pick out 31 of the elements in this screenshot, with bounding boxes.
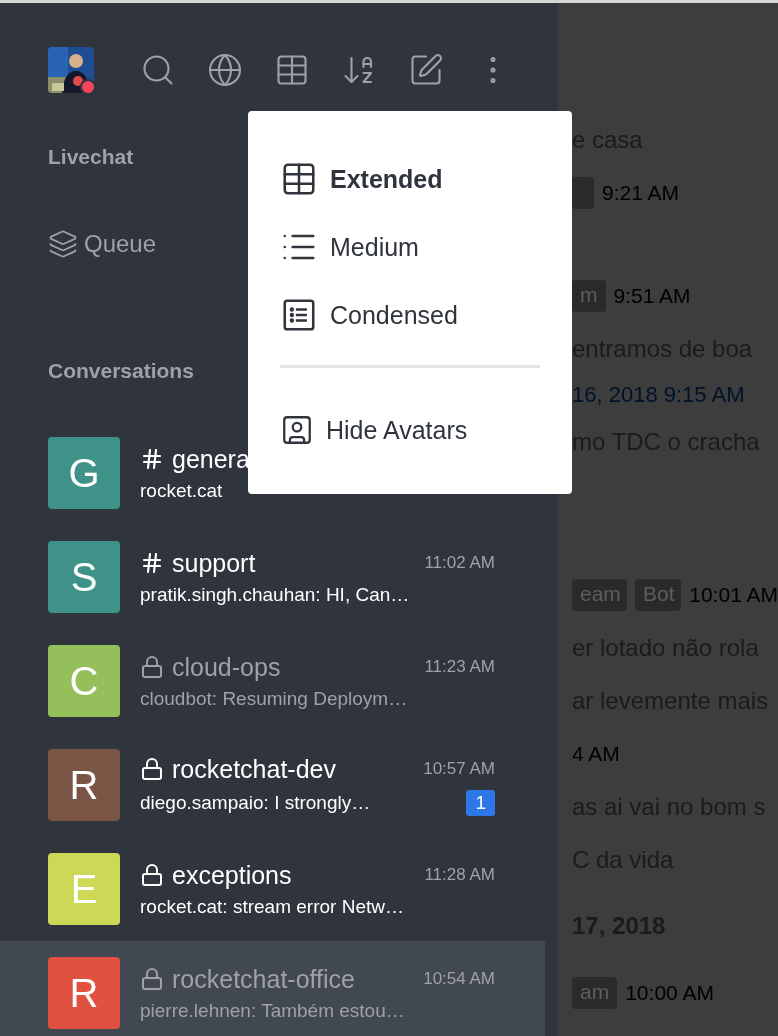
room-name: rocketchat-office xyxy=(172,964,355,994)
room-time: 11:02 AM xyxy=(424,553,495,573)
message-preview: rocket.cat: stream error Netw… xyxy=(140,895,404,918)
room-avatar: E xyxy=(48,853,120,925)
room-avatar: G xyxy=(48,437,120,509)
unread-count: 1 xyxy=(466,789,495,816)
room-time: 10:54 AM xyxy=(423,969,495,989)
message-preview: diego.sampaio: I strongly… xyxy=(140,791,371,814)
room-avatar: C xyxy=(48,645,120,717)
room-time: 10:57 AM xyxy=(423,759,495,779)
room-avatar: S xyxy=(48,541,120,613)
room-name: support xyxy=(172,548,256,578)
message-time: 10:00 AM xyxy=(625,980,714,1005)
message-time: 9:51 AM xyxy=(613,283,691,308)
room-time: 11:28 AM xyxy=(424,865,495,885)
room-avatar: R xyxy=(48,749,120,821)
room-name: exceptions xyxy=(172,860,292,890)
section-title: Livechat xyxy=(47,145,135,169)
message-preview: pratik.singh.chauhan: HI, Can… xyxy=(140,583,410,606)
room-avatar: R xyxy=(48,957,120,1029)
message-time: 10:01 AM xyxy=(689,582,778,607)
room-name: rocketchat-dev xyxy=(172,754,336,784)
room-name: cloud-ops xyxy=(172,652,281,682)
message-time: 9:21 AM xyxy=(602,180,680,205)
message-preview: rocket.cat xyxy=(140,479,223,502)
message-preview: pierre.lehnen: Também estou… xyxy=(140,999,405,1022)
message-preview: cloudbot: Resuming Deploym… xyxy=(140,687,408,710)
section-title: Conversations xyxy=(47,359,195,383)
message-time: 4 AM xyxy=(572,741,620,766)
room-time: 11:23 AM xyxy=(424,657,495,677)
room-name: genera xyxy=(172,444,250,474)
